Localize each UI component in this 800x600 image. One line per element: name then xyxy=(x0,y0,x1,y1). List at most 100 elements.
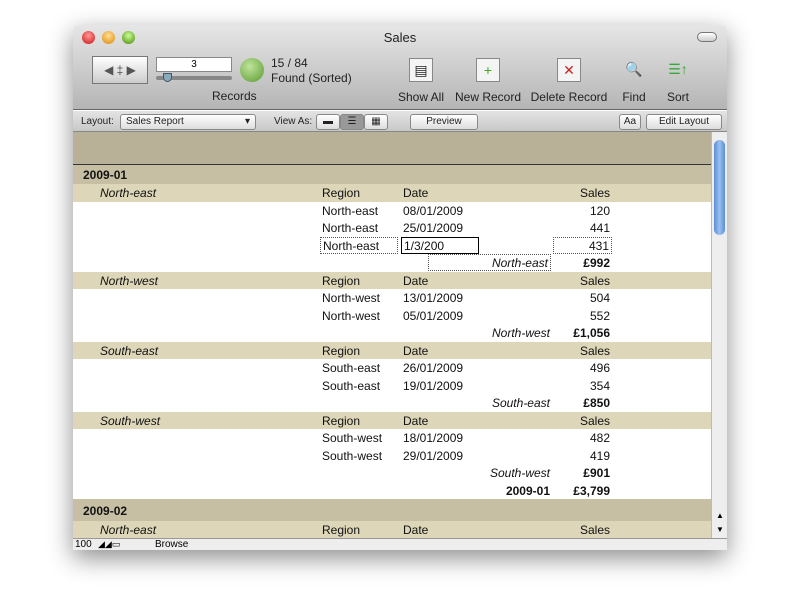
date-field: 08/01/2009 xyxy=(403,203,464,218)
delete-record-icon: ✕ xyxy=(557,58,581,82)
zoom-controls-icon[interactable]: ◢◢▭ xyxy=(98,539,120,550)
record-slider-handle[interactable] xyxy=(163,73,172,82)
summary-label: North-west xyxy=(491,326,550,340)
subgroup-header: North-east Region Date Sales xyxy=(73,521,711,539)
zoom-level[interactable]: 100 xyxy=(75,539,92,550)
table-row: North-east 1/3/200 431 xyxy=(73,236,711,255)
date-column-header: Date xyxy=(403,186,429,200)
region-field[interactable]: North-east xyxy=(320,236,398,254)
layout-label: Layout: xyxy=(81,116,114,127)
scroll-up-arrow-icon[interactable]: ▲ xyxy=(716,511,724,520)
date-field: 13/01/2009 xyxy=(403,291,464,305)
summary-value: £992 xyxy=(583,256,610,270)
sales-window: Sales ◀ ‡ ▶ 3 15 / 84 Found (Sorted) Rec… xyxy=(73,25,727,550)
sales-column-header: Sales xyxy=(579,343,610,358)
group-month: 2009-01 xyxy=(83,168,128,182)
edit-layout-button[interactable]: Edit Layout xyxy=(646,114,722,130)
vertical-scrollbar[interactable]: ▲ ▼ xyxy=(711,132,727,538)
chevron-down-icon: ▾ xyxy=(244,116,250,127)
subgroup-header: North-west Region Date Sales xyxy=(73,271,711,289)
layout-select[interactable]: Sales Report ▾ xyxy=(120,114,256,130)
region-name: South-west xyxy=(100,413,161,428)
summary-label[interactable]: North-east xyxy=(428,254,551,271)
found-status: Found (Sorted) xyxy=(271,71,352,85)
table-row: North-east 25/01/2009 441 xyxy=(73,219,711,237)
region-field: North-west xyxy=(322,308,381,323)
date-field: 26/01/2009 xyxy=(403,361,464,375)
sales-field: 354 xyxy=(589,378,610,393)
text-format-button[interactable]: Aa xyxy=(619,114,641,130)
date-field: 05/01/2009 xyxy=(403,308,464,323)
toolbar-toggle-button[interactable] xyxy=(697,32,717,42)
sales-column-header: Sales xyxy=(579,523,610,537)
group-header: 2009-01 xyxy=(73,165,711,184)
group-header: 2009-02 xyxy=(73,499,711,521)
sort-button[interactable]: ☰↑ Sort xyxy=(661,58,695,104)
date-column-header: Date xyxy=(403,523,429,537)
table-row: North-west 13/01/2009 504 xyxy=(73,289,711,307)
summary-label: South-west xyxy=(489,466,550,480)
summary-row: South-west £901 xyxy=(73,464,711,482)
status-bar: 100 ◢◢▭ Browse xyxy=(73,538,727,550)
delete-record-button[interactable]: ✕ Delete Record xyxy=(529,58,609,104)
view-as-table-button[interactable]: ▦ xyxy=(364,114,388,130)
find-label: Find xyxy=(622,90,646,104)
show-all-label: Show All xyxy=(397,90,445,104)
preview-button[interactable]: Preview xyxy=(410,114,478,130)
summary-value: £850 xyxy=(583,396,610,410)
date-column-header: Date xyxy=(403,413,429,428)
record-count: 15 / 84 xyxy=(271,56,308,70)
new-record-button[interactable]: + New Record xyxy=(454,58,522,104)
date-field: 19/01/2009 xyxy=(403,378,464,393)
group-month: 2009-02 xyxy=(83,504,128,518)
table-row: North-west 05/01/2009 552 xyxy=(73,307,711,325)
found-set-pie-icon xyxy=(240,58,264,82)
record-navigator-book-icon[interactable]: ◀ ‡ ▶ xyxy=(92,56,148,84)
header-band xyxy=(73,132,711,165)
sales-field: 552 xyxy=(589,308,610,323)
show-all-button[interactable]: ▤ Show All xyxy=(396,58,446,104)
sales-field[interactable]: 431 xyxy=(553,236,612,254)
layout-bar: Layout: Sales Report ▾ View As: ▬ ☰ ▦ Pre… xyxy=(73,111,727,132)
sales-field: 496 xyxy=(589,361,610,375)
sales-column-header: Sales xyxy=(579,186,610,200)
date-field: 25/01/2009 xyxy=(403,221,464,235)
record-number-input[interactable]: 3 xyxy=(156,57,232,72)
sort-label: Sort xyxy=(666,90,689,104)
mode-popup[interactable]: Browse xyxy=(155,539,188,550)
region-field: South-east xyxy=(322,361,381,375)
region-field: South-east xyxy=(322,378,381,393)
group-total-row: 2009-01 £3,799 xyxy=(73,482,711,500)
table-row: South-east 19/01/2009 354 xyxy=(73,377,711,395)
view-as-list-button[interactable]: ☰ xyxy=(340,114,364,130)
date-field: 29/01/2009 xyxy=(403,448,464,463)
sales-field: 120 xyxy=(589,203,610,218)
region-name: South-east xyxy=(100,343,159,358)
toolbar: Sales ◀ ‡ ▶ 3 15 / 84 Found (Sorted) Rec… xyxy=(73,25,727,110)
scroll-down-arrow-icon[interactable]: ▼ xyxy=(716,525,724,534)
sales-column-header: Sales xyxy=(579,273,610,288)
view-as-form-button[interactable]: ▬ xyxy=(316,114,340,130)
sort-icon: ☰↑ xyxy=(668,61,688,77)
group-total-value: £3,799 xyxy=(573,483,610,498)
table-row: South-west 18/01/2009 482 xyxy=(73,429,711,447)
region-field: North-west xyxy=(322,291,381,305)
new-record-label: New Record xyxy=(454,90,522,104)
find-button[interactable]: 🔍 Find xyxy=(619,58,649,104)
table-row: South-west 29/01/2009 419 xyxy=(73,447,711,465)
region-field: South-west xyxy=(322,431,383,445)
delete-record-label: Delete Record xyxy=(530,90,608,104)
region-column-header: Region xyxy=(322,343,361,358)
table-row: South-east 26/01/2009 496 xyxy=(73,359,711,377)
date-field: 18/01/2009 xyxy=(403,431,464,445)
sales-field: 482 xyxy=(589,431,610,445)
scrollbar-thumb[interactable] xyxy=(714,140,725,235)
region-name: North-east xyxy=(100,186,157,200)
report-body: 2009-01 North-east Region Date Sales North-ea… xyxy=(73,165,711,539)
region-name: North-east xyxy=(100,523,157,537)
subgroup-header: North-east Region Date Sales xyxy=(73,184,711,202)
region-column-header: Region xyxy=(322,186,361,200)
date-field[interactable]: 1/3/200 xyxy=(401,236,479,254)
window-title: Sales xyxy=(383,30,417,45)
show-all-icon: ▤ xyxy=(409,58,433,82)
